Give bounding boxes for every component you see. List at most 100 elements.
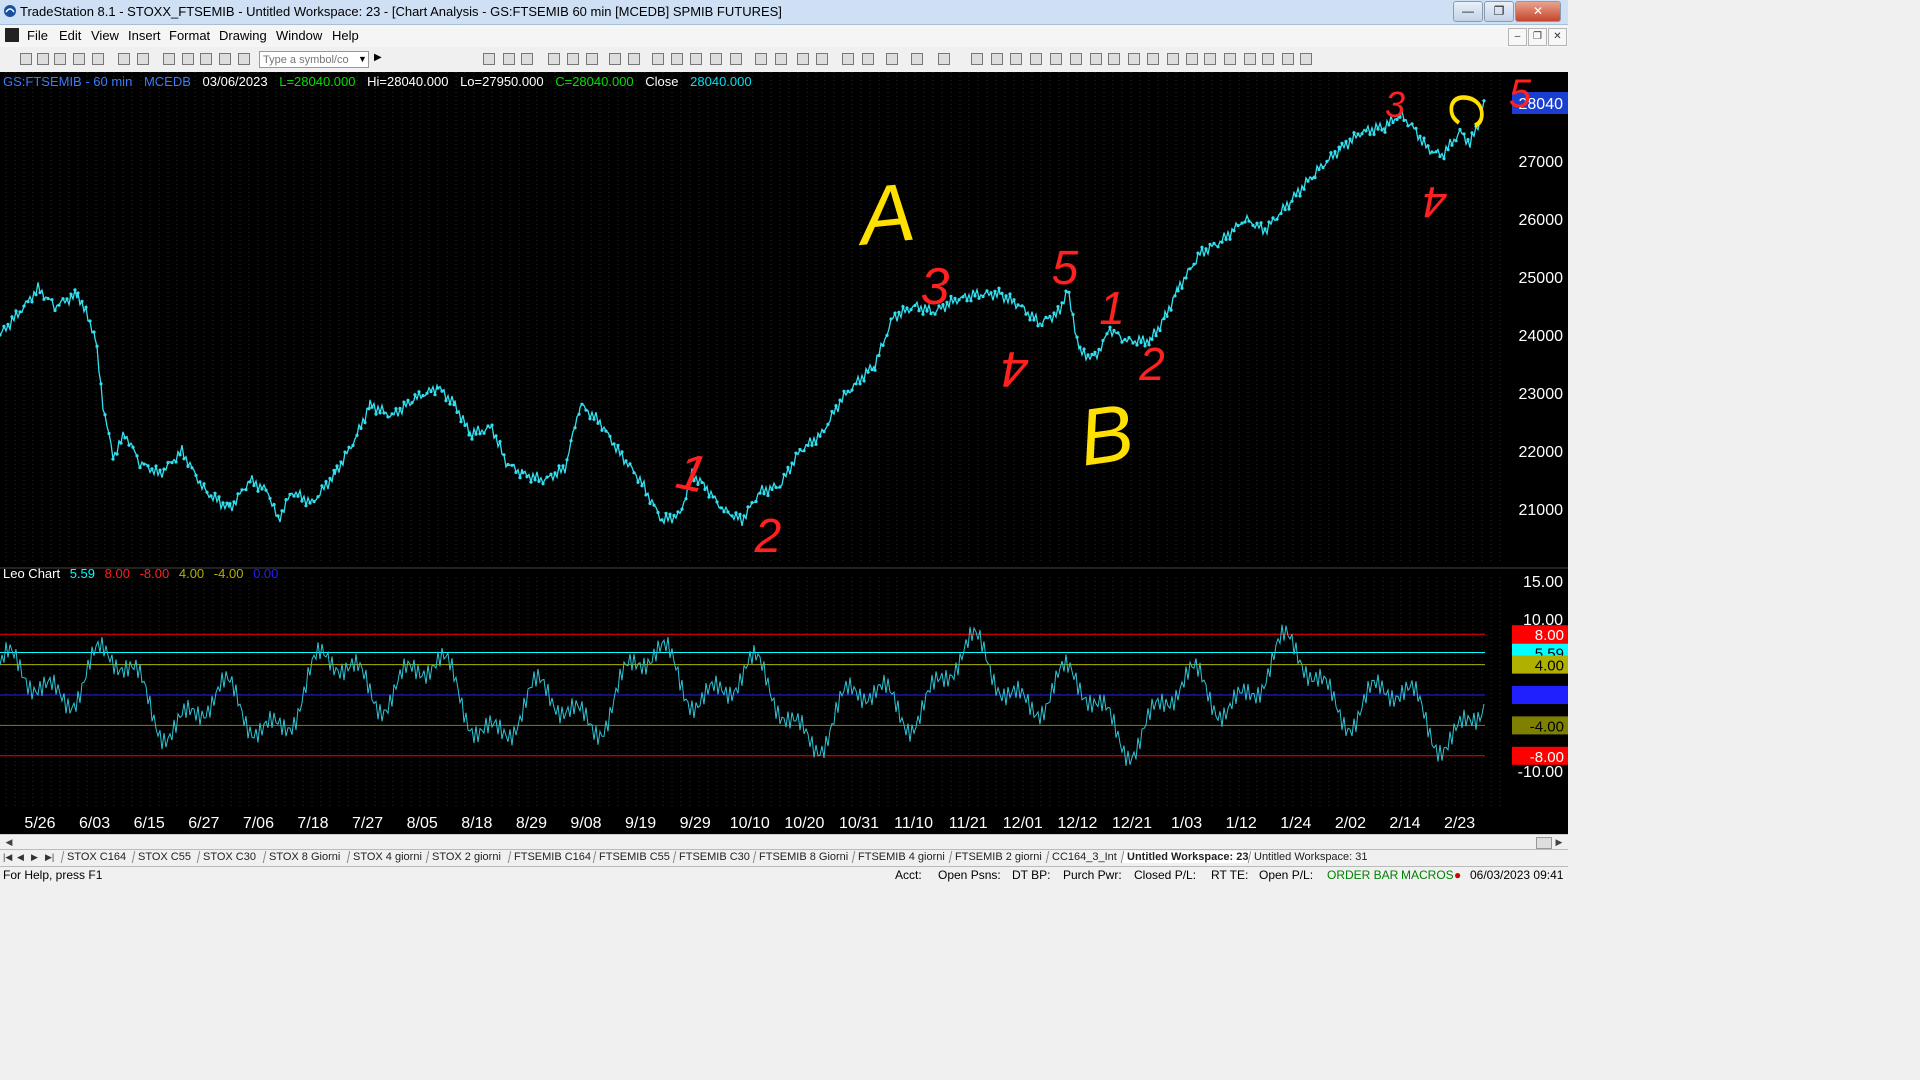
toolbar-tool-icon[interactable] bbox=[37, 53, 49, 65]
menu-format[interactable]: Format bbox=[169, 28, 210, 43]
toolbar-tool-icon[interactable] bbox=[730, 53, 742, 65]
toolbar-tool-icon[interactable] bbox=[548, 53, 560, 65]
toolbar-tool-icon[interactable] bbox=[775, 53, 787, 65]
workspace-tab[interactable]: STOX 8 Giorni bbox=[262, 851, 346, 863]
toolbar-tool-icon[interactable] bbox=[118, 53, 130, 65]
toolbar-tool-icon[interactable] bbox=[503, 53, 515, 65]
toolbar-tool-icon[interactable] bbox=[586, 53, 598, 65]
minimize-button[interactable]: — bbox=[1453, 1, 1483, 22]
toolbar-tool-icon[interactable] bbox=[1204, 53, 1216, 65]
symbol-input[interactable] bbox=[259, 51, 369, 68]
toolbar-tool-icon[interactable] bbox=[652, 53, 664, 65]
toolbar-tool-icon[interactable] bbox=[690, 53, 702, 65]
tab-nav-icon[interactable]: ▶ bbox=[31, 852, 38, 863]
menu-insert[interactable]: Insert bbox=[128, 28, 161, 43]
toolbar-tool-icon[interactable] bbox=[20, 53, 32, 65]
workspace-tab[interactable]: FTSEMIB 2 giorni bbox=[948, 851, 1048, 863]
toolbar-tool-icon[interactable] bbox=[54, 53, 66, 65]
chart-window[interactable]: 27000 26000 25000 24000 23000 22000 21000 28040… bbox=[0, 72, 1568, 834]
toolbar-tool-icon[interactable] bbox=[1128, 53, 1140, 65]
toolbar-tool-icon[interactable] bbox=[521, 53, 533, 65]
toolbar-tool-icon[interactable] bbox=[219, 53, 231, 65]
workspace-tab[interactable]: FTSEMIB C55 bbox=[592, 851, 676, 863]
toolbar-tool-icon[interactable] bbox=[1244, 53, 1256, 65]
workspace-tab[interactable]: FTSEMIB 4 giorni bbox=[851, 851, 951, 863]
workspace-tab[interactable]: STOX 4 giorni bbox=[346, 851, 428, 863]
toolbar-tool-icon[interactable] bbox=[628, 53, 640, 65]
toolbar-tool-icon[interactable] bbox=[1262, 53, 1274, 65]
symbol-go-arrow-icon[interactable]: ▶ bbox=[374, 52, 382, 63]
workspace-icon[interactable] bbox=[5, 28, 19, 42]
workspace-tab[interactable]: STOX C55 bbox=[131, 851, 197, 863]
mdi-close-button[interactable]: ✕ bbox=[1548, 28, 1567, 46]
menu-help[interactable]: Help bbox=[332, 28, 359, 43]
toolbar-tool-icon[interactable] bbox=[991, 53, 1003, 65]
menu-edit[interactable]: Edit bbox=[59, 28, 81, 43]
toolbar-tool-icon[interactable] bbox=[182, 53, 194, 65]
tab-nav-icon[interactable]: ▶| bbox=[45, 852, 54, 863]
workspace-tab[interactable]: Untitled Workspace: 31 bbox=[1247, 851, 1373, 863]
toolbar-tool-icon[interactable] bbox=[755, 53, 767, 65]
workspace-tab[interactable]: STOX C30 bbox=[196, 851, 262, 863]
price-bar bbox=[1418, 134, 1422, 138]
toolbar-tool-icon[interactable] bbox=[200, 53, 212, 65]
menu-view[interactable]: View bbox=[91, 28, 119, 43]
toolbar-tool-icon[interactable] bbox=[938, 53, 950, 65]
toolbar-tool-icon[interactable] bbox=[1050, 53, 1062, 65]
toolbar-tool-icon[interactable] bbox=[1010, 53, 1022, 65]
workspace-tab[interactable]: FTSEMIB 8 Giorni bbox=[752, 851, 854, 863]
chart-canvas[interactable]: 27000 26000 25000 24000 23000 22000 21000 28040… bbox=[0, 72, 1568, 834]
workspace-tab[interactable]: Untitled Workspace: 23 bbox=[1120, 851, 1254, 863]
toolbar-tool-icon[interactable] bbox=[1282, 53, 1294, 65]
tab-nav-icon[interactable]: |◀ bbox=[3, 852, 12, 863]
toolbar-tool-icon[interactable] bbox=[1224, 53, 1236, 65]
menu-file[interactable]: File bbox=[27, 28, 48, 43]
workspace-tab[interactable]: FTSEMIB C30 bbox=[672, 851, 756, 863]
menu-window[interactable]: Window bbox=[276, 28, 322, 43]
toolbar-tool-icon[interactable] bbox=[567, 53, 579, 65]
close-button[interactable]: ✕ bbox=[1515, 1, 1561, 22]
workspace-tab[interactable]: FTSEMIB C164 bbox=[507, 851, 597, 863]
toolbar-tool-icon[interactable] bbox=[1147, 53, 1159, 65]
toolbar-tool-icon[interactable] bbox=[886, 53, 898, 65]
menu-drawing[interactable]: Drawing bbox=[219, 28, 267, 43]
toolbar-tool-icon[interactable] bbox=[862, 53, 874, 65]
status-macros[interactable]: MACROS bbox=[1401, 868, 1454, 882]
workspace-tab[interactable]: CC164_3_Int bbox=[1045, 851, 1123, 863]
toolbar-tool-icon[interactable] bbox=[710, 53, 722, 65]
toolbar-tool-icon[interactable] bbox=[911, 53, 923, 65]
chart-annotation: 2 bbox=[754, 510, 782, 563]
toolbar-tool-icon[interactable] bbox=[971, 53, 983, 65]
toolbar-tool-icon[interactable] bbox=[816, 53, 828, 65]
scroll-left-icon[interactable]: ◀ bbox=[2, 836, 16, 848]
horizontal-scrollbar[interactable]: ◀ ▶ bbox=[0, 834, 1568, 849]
symbol-dropdown-arrow-icon[interactable]: ▼ bbox=[356, 52, 369, 67]
toolbar-tool-icon[interactable] bbox=[1108, 53, 1120, 65]
toolbar-tool-icon[interactable] bbox=[1186, 53, 1198, 65]
maximize-button[interactable]: ❐ bbox=[1484, 1, 1514, 22]
mdi-minimize-button[interactable]: – bbox=[1508, 28, 1527, 46]
toolbar-tool-icon[interactable] bbox=[1167, 53, 1179, 65]
toolbar-tool-icon[interactable] bbox=[671, 53, 683, 65]
price-bar bbox=[1086, 353, 1090, 357]
toolbar-tool-icon[interactable] bbox=[609, 53, 621, 65]
toolbar-tool-icon[interactable] bbox=[1030, 53, 1042, 65]
toolbar-tool-icon[interactable] bbox=[797, 53, 809, 65]
toolbar-tool-icon[interactable] bbox=[842, 53, 854, 65]
toolbar-tool-icon[interactable] bbox=[483, 53, 495, 65]
tab-nav-icon[interactable]: ◀ bbox=[17, 852, 24, 863]
workspace-tab[interactable]: STOX 2 giorni bbox=[425, 851, 507, 863]
scrollbar-thumb[interactable] bbox=[1536, 837, 1552, 849]
toolbar-tool-icon[interactable] bbox=[1300, 53, 1312, 65]
toolbar-tool-icon[interactable] bbox=[1090, 53, 1102, 65]
toolbar-tool-icon[interactable] bbox=[1070, 53, 1082, 65]
toolbar-tool-icon[interactable] bbox=[73, 53, 85, 65]
toolbar-tool-icon[interactable] bbox=[137, 53, 149, 65]
workspace-tab[interactable]: STOX C164 bbox=[60, 851, 132, 863]
toolbar-tool-icon[interactable] bbox=[92, 53, 104, 65]
toolbar-tool-icon[interactable] bbox=[238, 53, 250, 65]
toolbar-tool-icon[interactable] bbox=[163, 53, 175, 65]
status-order-bar[interactable]: ORDER BAR bbox=[1327, 868, 1398, 882]
scroll-right-icon[interactable]: ▶ bbox=[1552, 836, 1566, 848]
mdi-restore-button[interactable]: ❐ bbox=[1528, 28, 1547, 46]
